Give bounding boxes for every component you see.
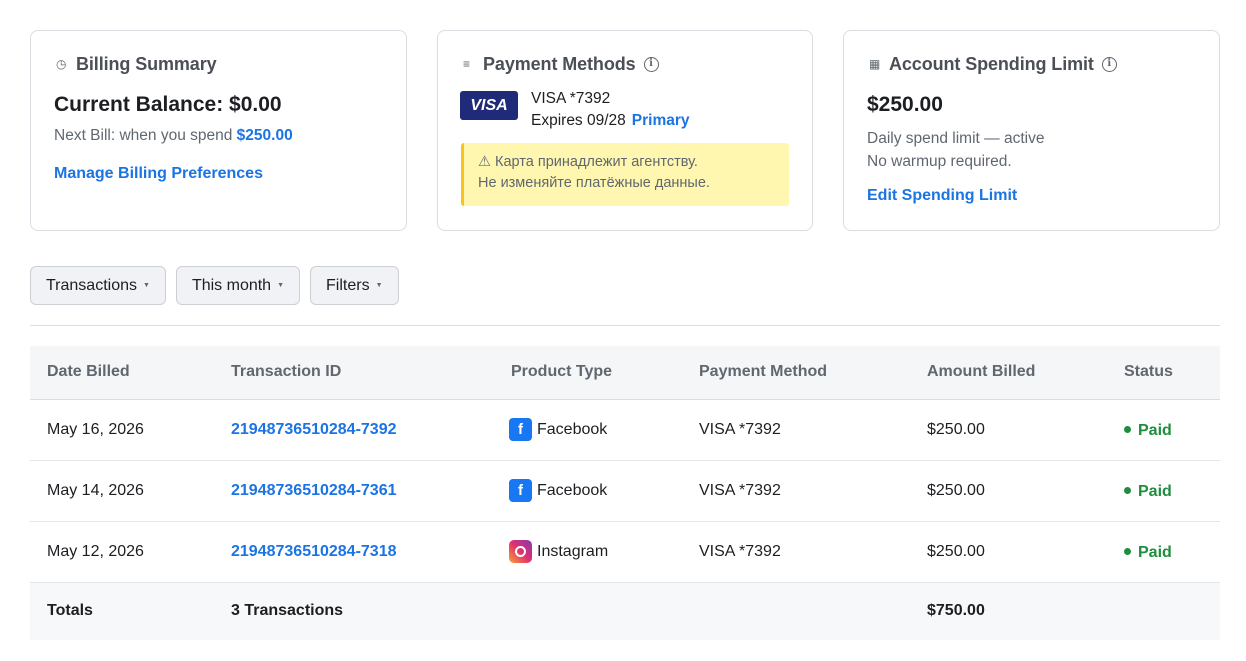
payment-methods-title: Payment Methods [483,53,636,74]
card-expiry: Expires 09/28 [531,112,626,129]
column-header-date[interactable]: Date Billed [30,346,214,400]
totals-count: 3 Transactions [214,582,494,640]
product-name: Instagram [537,542,609,560]
status: Paid [1107,521,1220,583]
manage-billing-preferences-link[interactable]: Manage Billing Preferences [54,165,263,183]
table-row: May 14, 2026 21948736510284-7361 f Facebo… [30,460,1220,522]
status-label: Paid [1138,422,1172,439]
payment-method: VISA *7392 [682,521,910,583]
table-header-row: Date Billed Transaction ID Product Type … [30,346,1220,400]
date-billed: May 16, 2026 [30,399,214,461]
product-type: f Facebook [494,399,682,461]
next-bill-amount: $250.00 [236,127,293,144]
primary-badge: Primary [631,112,690,129]
amount-billed: $250.00 [910,399,1107,461]
product-type: f Facebook [494,460,682,522]
column-header-transaction-id[interactable]: Transaction ID [214,346,494,400]
date-billed: May 14, 2026 [30,460,214,522]
info-icon[interactable]: i [643,56,659,72]
caret-down-icon: ▼ [375,282,383,289]
date-range-dropdown[interactable]: This month ▼ [175,266,301,305]
status-dot-icon [1124,547,1131,555]
spending-limit-status: Daily spend limit — active [867,130,1045,147]
status-dot-icon [1124,486,1131,494]
column-header-payment-method[interactable]: Payment Method [682,346,910,400]
caret-down-icon: ▼ [143,282,150,289]
filters-dropdown-label: Filters [326,276,370,294]
spending-limit-warmup: No warmup required. [867,153,1012,170]
spending-limit-title: Account Spending Limit [889,53,1094,74]
spending-limit-amount: $250.00 [867,93,943,116]
date-billed: May 12, 2026 [30,521,214,583]
divider [30,325,1220,326]
next-bill-label: Next Bill: when you spend [54,127,237,144]
amount-billed: $250.00 [910,521,1107,583]
info-icon[interactable]: i [1101,56,1117,72]
status-dot-icon [1124,425,1131,433]
warning-line-1: ⚠ Карта принадлежит агентству. [478,154,698,170]
facebook-icon: f [509,479,532,502]
status-label: Paid [1138,544,1172,561]
transactions-dropdown[interactable]: Transactions ▼ [30,266,166,305]
clock-icon: ◷ [56,57,67,71]
next-bill: Next Bill: when you spend $250.00 [54,127,383,145]
product-name: Facebook [537,481,608,499]
current-balance: Current Balance: $0.00 [54,93,282,116]
status: Paid [1107,399,1220,461]
transaction-id-link[interactable]: 21948736510284-7318 [214,521,494,583]
payment-method-item: VISA VISA *7392 Expires 09/28 Primary [460,90,789,132]
table-row: May 16, 2026 21948736510284-7392 f Facebo… [30,399,1220,461]
totals-row: Totals 3 Transactions $750.00 [30,582,1220,640]
transaction-id-link[interactable]: 21948736510284-7361 [214,460,494,522]
billing-summary-header: ◷ Billing Summary [54,53,383,75]
column-header-product-type[interactable]: Product Type [494,346,682,400]
visa-logo-icon: VISA [460,91,518,120]
billing-summary-title: Billing Summary [76,53,217,74]
amount-billed: $250.00 [910,460,1107,522]
product-name: Facebook [537,420,608,438]
agency-card-warning: ⚠ Карта принадлежит агентству. Не изменя… [461,143,789,206]
list-icon: ≡ [463,57,471,71]
payment-method: VISA *7392 [682,460,910,522]
totals-label: Totals [30,582,214,640]
payment-methods-card: ≡ Payment Methods i VISA VISA *7392 Expi… [437,30,813,231]
transaction-id-link[interactable]: 21948736510284-7392 [214,399,494,461]
product-type: Instagram [494,521,682,583]
facebook-icon: f [509,418,532,441]
transactions-dropdown-label: Transactions [46,276,137,294]
warning-line-2: Не изменяйте платёжные данные. [478,175,710,191]
transactions-table: Date Billed Transaction ID Product Type … [30,346,1220,640]
edit-spending-limit-link[interactable]: Edit Spending Limit [867,187,1017,205]
payment-methods-header: ≡ Payment Methods i [461,53,789,75]
filters-dropdown[interactable]: Filters ▼ [310,266,399,305]
grid-icon: ▦ [869,57,881,71]
date-range-dropdown-label: This month [191,276,272,294]
status-label: Paid [1138,483,1172,500]
spending-limit-card: ▦ Account Spending Limit i $250.00 Daily… [843,30,1220,231]
column-header-amount[interactable]: Amount Billed [910,346,1107,400]
column-header-status[interactable]: Status [1107,346,1220,400]
payment-method: VISA *7392 [682,399,910,461]
instagram-icon [509,540,532,563]
spending-limit-header: ▦ Account Spending Limit i [867,53,1196,75]
table-row: May 12, 2026 21948736510284-7318 Instagr… [30,521,1220,583]
billing-summary-card: ◷ Billing Summary Current Balance: $0.00… [30,30,407,231]
caret-down-icon: ▼ [277,282,285,289]
filter-bar: Transactions ▼ This month ▼ Filters ▼ [30,266,399,305]
status: Paid [1107,460,1220,522]
card-number: VISA *7392 [531,90,611,107]
totals-amount: $750.00 [910,582,1107,640]
